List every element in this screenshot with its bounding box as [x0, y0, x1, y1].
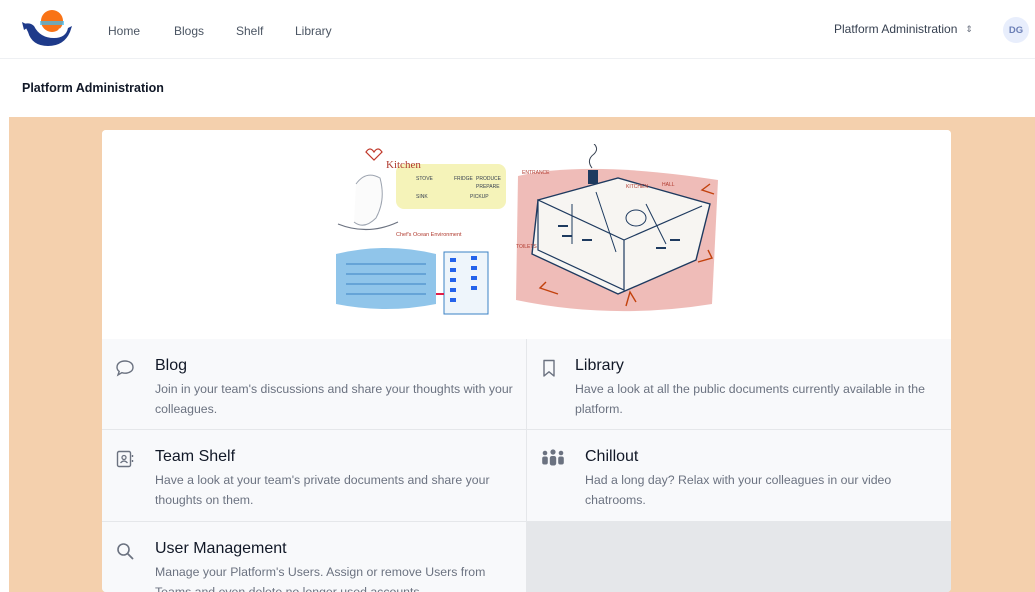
hero-entrance-label: ENTRANCE	[522, 170, 550, 176]
hero-kitchen-right-label: KITCHEN	[626, 184, 648, 190]
page-title: Platform Administration	[22, 81, 164, 95]
page-header: Platform Administration	[0, 59, 1035, 116]
bookmark-icon	[543, 359, 555, 377]
hero-kitchen-item-prepare: PREPARE	[476, 184, 500, 190]
hero-kitchen-item-pickup: PICKUP	[470, 194, 489, 200]
hero-kitchen-item-produce: PRODUCE	[476, 176, 502, 182]
avatar-initials: DG	[1008, 24, 1024, 36]
people-group-icon	[542, 449, 564, 466]
tile-library-description: Have a look at all the public documents …	[575, 382, 925, 416]
hero-ocean-label: Chef's Ocean Environment	[396, 232, 462, 238]
hero-kitchen-item-fridge: FRIDGE	[454, 176, 474, 182]
tile-blog-description: Join in your team's discussions and shar…	[155, 382, 513, 416]
user-avatar[interactable]: DG	[1003, 17, 1029, 43]
nav-link-shelf[interactable]: Shelf	[236, 24, 263, 38]
nav-link-home[interactable]: Home	[108, 24, 140, 38]
hero-kitchen-label: Kitchen	[386, 159, 421, 171]
tile-chillout-description: Had a long day? Relax with your colleagu…	[585, 473, 892, 507]
tile-chillout[interactable]: Chillout Had a long day? Relax with your…	[527, 430, 951, 521]
chat-bubble-icon	[116, 360, 134, 377]
tile-user-management-description: Manage your Platform's Users. Assign or …	[155, 565, 486, 592]
hero-illustration: Kitchen STOVE FRIDGE SINK PRODUCE PREPAR…	[102, 130, 951, 339]
id-card-icon	[116, 450, 134, 468]
tile-blog[interactable]: Blog Join in your team's discussions and…	[102, 339, 526, 429]
nav-link-library[interactable]: Library	[295, 24, 332, 38]
hero-hall-label: HALL	[662, 182, 675, 188]
chevron-up-down-icon: ⇕	[965, 24, 973, 34]
search-icon	[117, 543, 134, 560]
tile-blog-title: Blog	[155, 357, 188, 374]
tile-team-shelf-title: Team Shelf	[155, 448, 236, 465]
hero-toilets-label: TOILETS	[516, 244, 537, 250]
platform-select-label: Platform Administration	[834, 22, 958, 36]
platform-select[interactable]: Platform Administration ⇕	[834, 22, 973, 36]
tile-user-management[interactable]: User Management Manage your Platform's U…	[102, 522, 526, 592]
top-navbar: Home Blogs Shelf Library Platform Admini…	[0, 0, 1035, 59]
dashboard-card: Kitchen STOVE FRIDGE SINK PRODUCE PREPAR…	[102, 130, 951, 592]
hero-kitchen-item-sink: SINK	[416, 194, 428, 200]
tile-user-management-title: User Management	[155, 540, 287, 557]
tile-chillout-title: Chillout	[585, 448, 639, 465]
tile-team-shelf-description: Have a look at your team's private docum…	[155, 473, 490, 507]
office-sketch-illustration: Kitchen STOVE FRIDGE SINK PRODUCE PREPAR…	[336, 144, 718, 315]
tile-library-title: Library	[575, 357, 624, 374]
empty-grid-cell	[527, 522, 951, 592]
nav-link-blogs[interactable]: Blogs	[174, 24, 204, 38]
tile-library[interactable]: Library Have a look at all the public do…	[527, 339, 951, 429]
tile-team-shelf[interactable]: Team Shelf Have a look at your team's pr…	[102, 430, 526, 521]
feature-tiles-grid: Blog Join in your team's discussions and…	[102, 339, 951, 592]
whale-logo-icon[interactable]	[20, 8, 76, 50]
hero-kitchen-item-stove: STOVE	[416, 176, 434, 182]
